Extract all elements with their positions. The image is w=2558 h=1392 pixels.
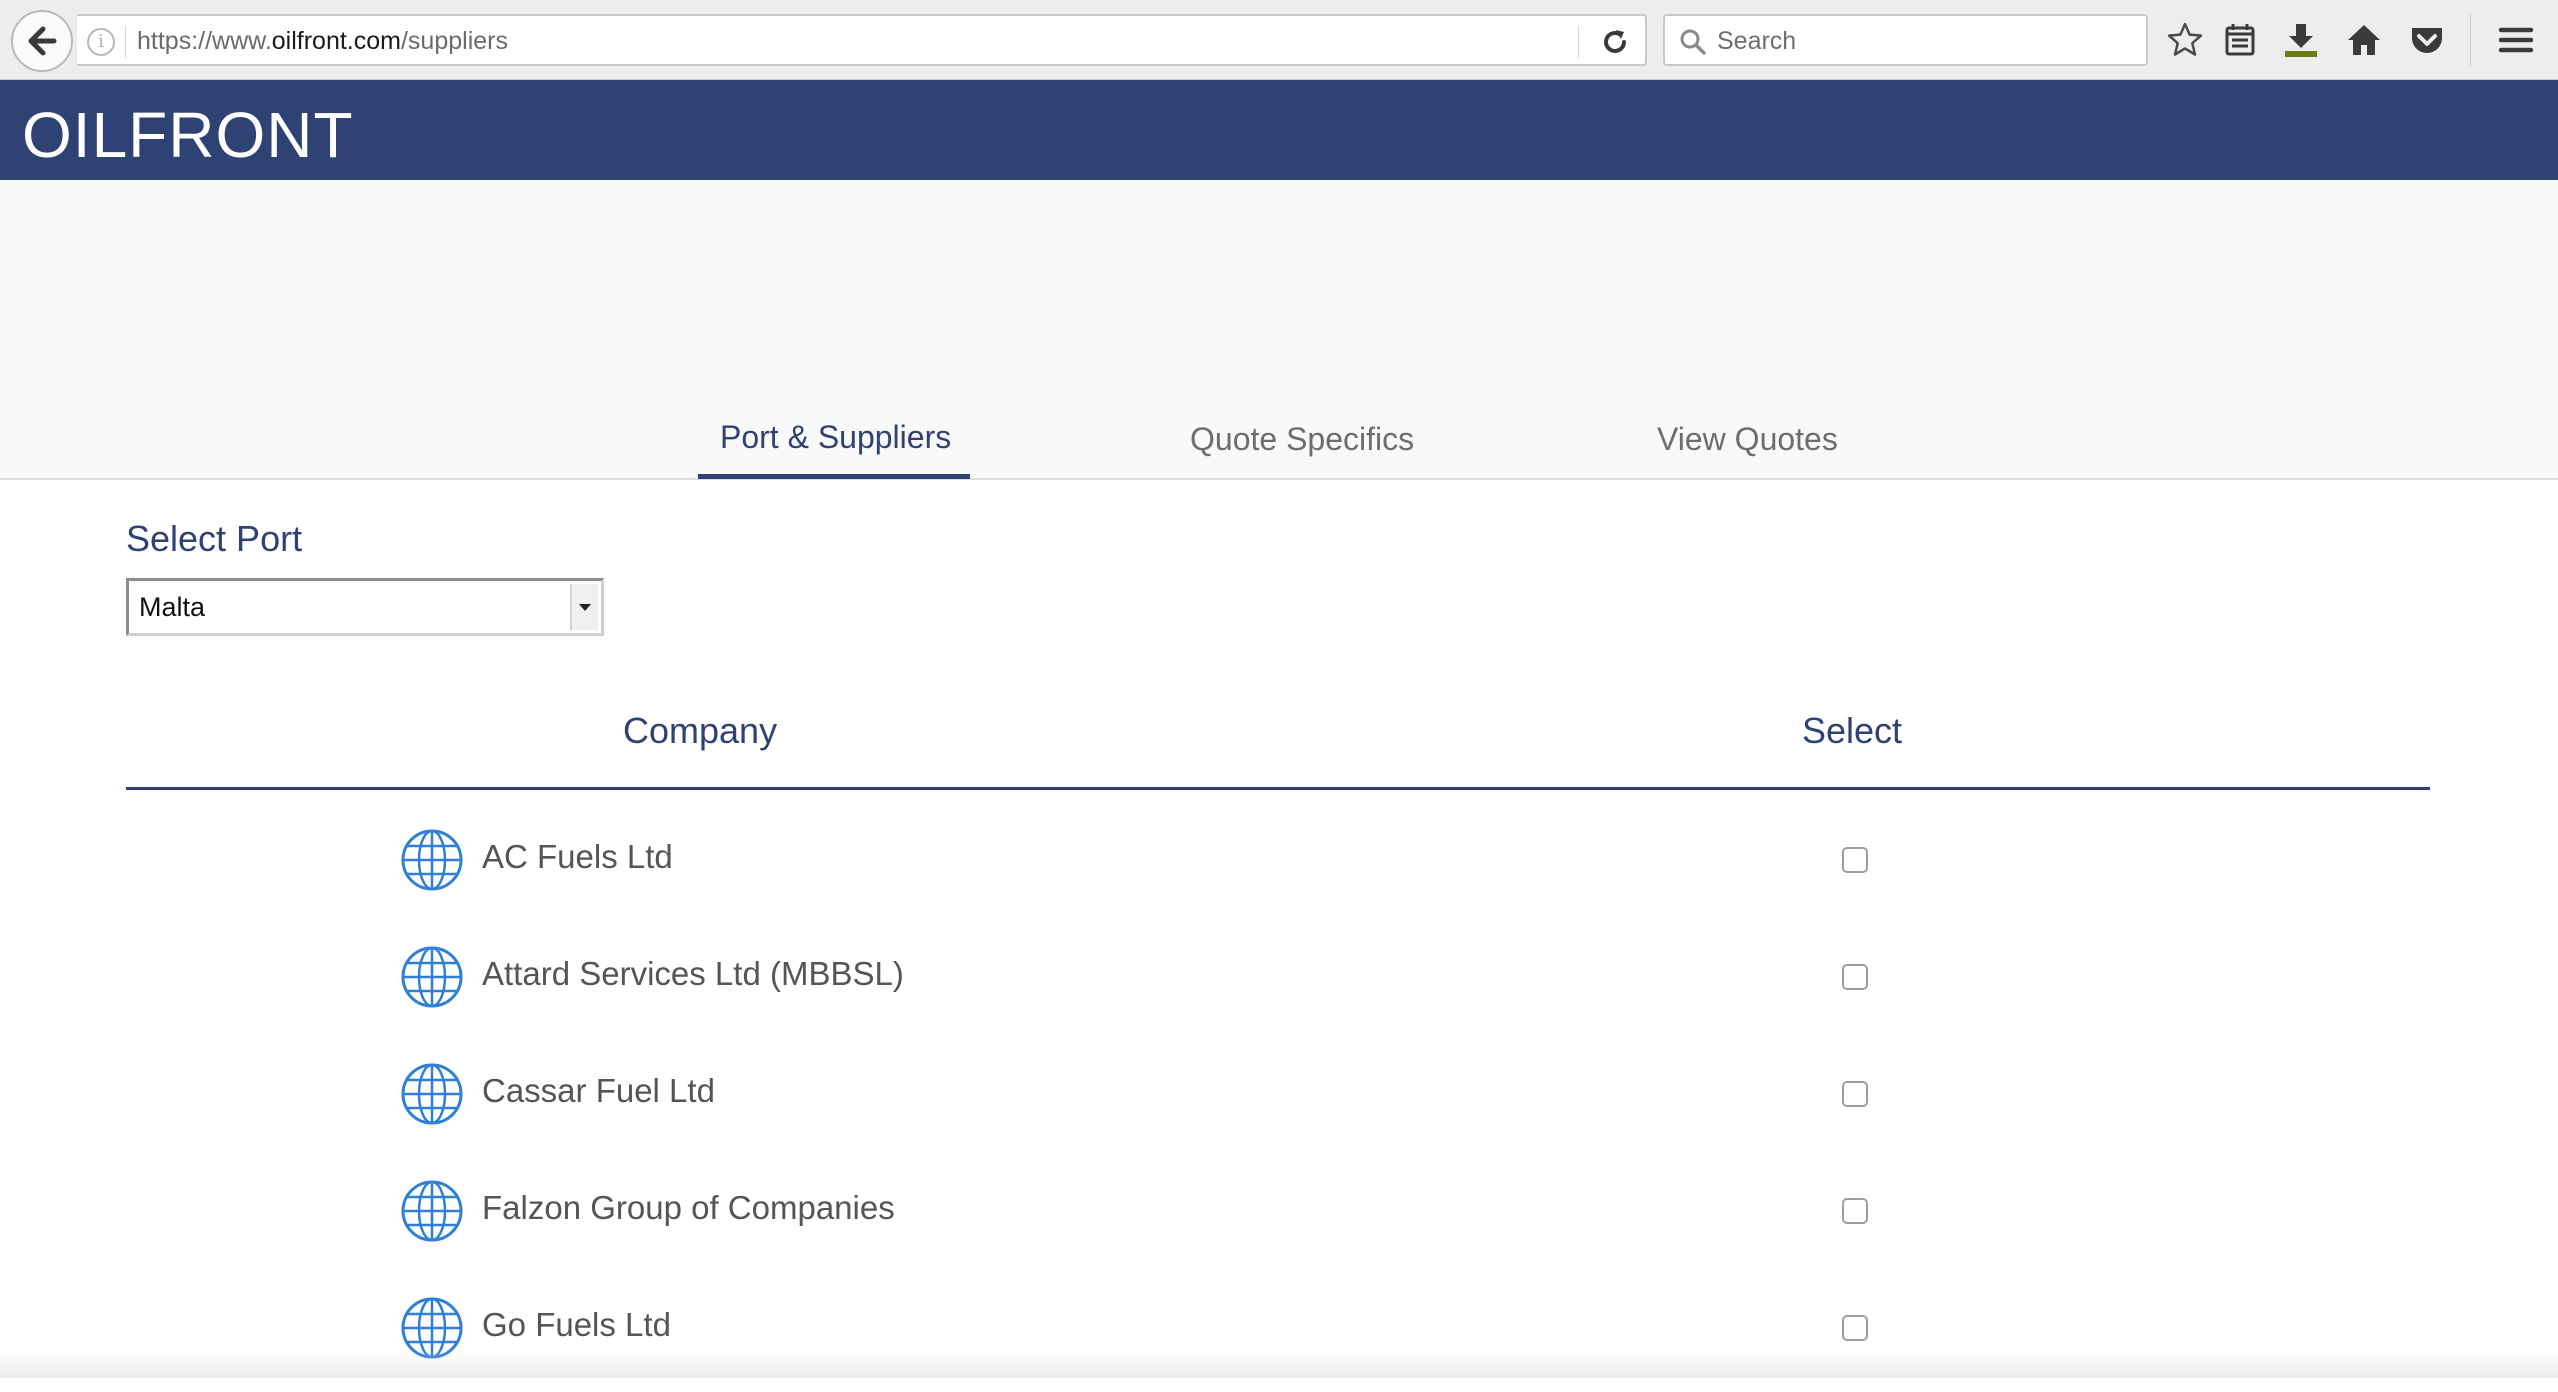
tab-view-quotes[interactable]: View Quotes [1657,421,1838,458]
globe-icon[interactable] [400,1062,464,1126]
port-select[interactable]: Malta [126,578,604,636]
table-header-rule [126,787,2430,790]
url-bar[interactable]: i https://www.oilfront.com/suppliers [77,14,1647,66]
reading-list-icon[interactable] [2220,20,2260,60]
port-select-value: Malta [139,592,206,622]
select-port-label: Select Port [126,518,303,559]
table-row: Cassar Fuel Ltd [126,1058,2430,1158]
table-row: Attard Services Ltd (MBBSL) [126,941,2430,1041]
browser-search-bar[interactable] [1663,14,2148,66]
browser-toolbar: i https://www.oilfront.com/suppliers [0,0,2558,80]
dropdown-arrow-icon[interactable] [570,584,598,630]
home-icon[interactable] [2344,20,2384,60]
globe-icon[interactable] [400,945,464,1009]
download-icon[interactable] [2281,20,2321,60]
hamburger-menu-icon[interactable] [2496,20,2536,60]
site-info-icon[interactable]: i [87,28,115,56]
table-row: AC Fuels Ltd [126,824,2430,924]
search-icon [1680,29,1706,55]
supplier-select-checkbox[interactable] [1842,1081,1868,1107]
supplier-select-checkbox[interactable] [1842,1315,1868,1341]
table-row: Falzon Group of Companies [126,1175,2430,1275]
company-name: AC Fuels Ltd [482,838,673,875]
url-domain: oilfront.com [271,27,401,55]
tab-quote-specifics[interactable]: Quote Specifics [1190,421,1414,458]
company-name: Go Fuels Ltd [482,1306,671,1343]
reload-icon[interactable] [1599,26,1631,58]
company-name: Cassar Fuel Ltd [482,1072,715,1109]
company-column-header: Company [623,710,778,751]
url-text[interactable]: https://www.oilfront.com/suppliers [137,27,508,56]
supplier-select-checkbox[interactable] [1842,1198,1868,1224]
company-name: Attard Services Ltd (MBBSL) [482,955,904,992]
url-separator [125,26,126,58]
supplier-select-checkbox[interactable] [1842,964,1868,990]
bottom-fade [0,1350,2558,1378]
url-path: /suppliers [400,27,508,55]
browser-search-input[interactable] [1715,24,2135,58]
select-column-header: Select [1802,710,1903,751]
reload-separator [1578,26,1579,58]
url-prefix: https://www. [137,27,272,55]
pocket-icon[interactable] [2407,20,2447,60]
site-logo[interactable]: OILFRONT [22,98,354,172]
site-header: OILFRONT [0,80,2558,180]
active-tab-indicator [698,474,970,479]
globe-icon[interactable] [400,1179,464,1243]
bookmark-star-icon[interactable] [2165,20,2205,60]
supplier-select-checkbox[interactable] [1842,847,1868,873]
tab-port-suppliers[interactable]: Port & Suppliers [720,419,951,456]
back-arrow-icon [28,26,57,56]
menu-separator [2470,14,2471,66]
globe-icon[interactable] [400,828,464,892]
back-button[interactable] [11,10,73,72]
company-name: Falzon Group of Companies [482,1189,895,1226]
